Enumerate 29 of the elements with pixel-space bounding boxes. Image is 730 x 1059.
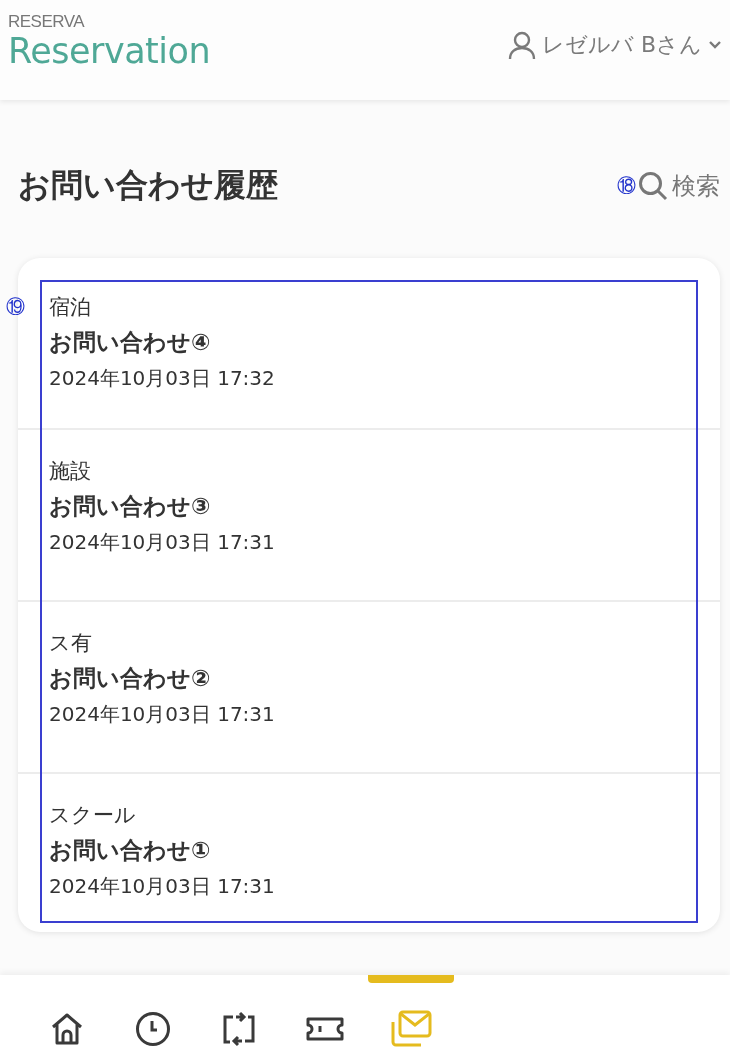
category-label: 宿泊 xyxy=(49,294,92,321)
inquiry-datetime: 2024年10月03日 17:31 xyxy=(49,529,276,556)
inquiry-subject: お問い合わせ② xyxy=(49,664,212,693)
mail-stack-icon xyxy=(389,1010,433,1048)
search-icon xyxy=(638,171,668,201)
inquiry-subject: お問い合わせ① xyxy=(49,836,212,865)
swap-arrows-icon xyxy=(221,1011,257,1047)
inquiry-subject: お問い合わせ③ xyxy=(49,492,212,521)
inquiry-item[interactable]: スクール お問い合わせ① 2024年10月03日 17:31 xyxy=(18,774,720,932)
inquiry-datetime: 2024年10月03日 17:31 xyxy=(49,873,276,900)
chevron-down-icon xyxy=(708,40,722,50)
inquiry-subject: お問い合わせ④ xyxy=(49,328,212,357)
user-menu[interactable]: レゼルバ Bさん xyxy=(507,30,722,60)
ticket-icon xyxy=(306,1015,344,1043)
category-label: 施設 xyxy=(49,458,92,485)
inquiry-datetime: 2024年10月03日 17:32 xyxy=(49,365,276,392)
page-title: お問い合わせ履歴 xyxy=(18,165,278,206)
brand-logo-text: Reservation xyxy=(8,32,211,70)
category-label: ス有 xyxy=(49,630,93,657)
clock-icon xyxy=(135,1011,171,1047)
inquiry-item[interactable]: 施設 お問い合わせ③ 2024年10月03日 17:31 xyxy=(18,430,720,602)
home-icon xyxy=(50,1012,84,1046)
brand-label: RESERVA xyxy=(8,12,86,32)
category-label: スクール xyxy=(49,802,137,829)
callout-number: ⑱ xyxy=(617,173,636,198)
inquiry-item[interactable]: ス有 お問い合わせ② 2024年10月03日 17:31 xyxy=(18,602,720,774)
inquiry-datetime: 2024年10月03日 17:31 xyxy=(49,701,276,728)
search-button[interactable]: 検索 xyxy=(638,170,720,202)
user-icon xyxy=(507,30,536,60)
